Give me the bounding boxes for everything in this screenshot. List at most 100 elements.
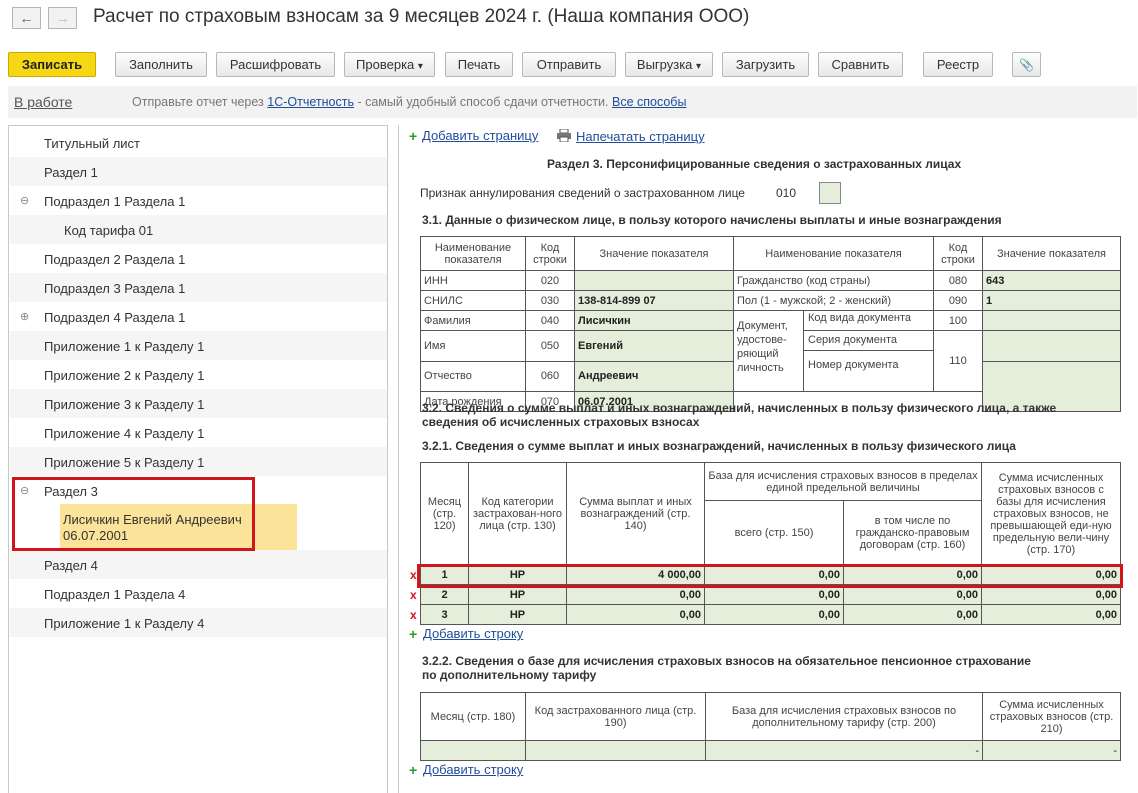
col-header: Месяц (стр. 180): [420, 692, 526, 741]
row-highlight-frame: [417, 564, 1123, 588]
base-total-cell[interactable]: 0,00: [704, 604, 844, 625]
insured-code-cell[interactable]: [525, 740, 706, 761]
payments-table: Месяц (стр. 120) Код категории застрахов…: [420, 462, 1121, 625]
tree-item-appendix-5-1[interactable]: Приложение 5 к Разделу 1: [10, 447, 387, 476]
tree-item-section-1[interactable]: Раздел 1: [10, 157, 387, 186]
plus-icon: +: [409, 762, 418, 778]
tree-item-label: Подраздел 3 Раздела 1: [44, 281, 186, 296]
tree-item-subsection-1-4[interactable]: Подраздел 1 Раздела 4: [10, 579, 387, 608]
row-label: Имя: [420, 330, 526, 362]
tree-item-appendix-2-1[interactable]: Приложение 2 к Разделу 1: [10, 360, 387, 389]
export-label: Выгрузка: [636, 57, 693, 72]
expand-icon[interactable]: ⊕: [20, 310, 29, 323]
check-button[interactable]: Проверка ▾: [344, 52, 435, 77]
row-label: Фамилия: [420, 310, 526, 331]
tree-item-label: Подраздел 4 Раздела 1: [44, 310, 186, 325]
row-code: 030: [525, 290, 575, 311]
tree-item-title-page[interactable]: Титульный лист: [10, 128, 387, 157]
forward-button[interactable]: →: [48, 7, 77, 29]
snils-field[interactable]: 138-814-899 07: [574, 290, 734, 311]
tree-item-label: Приложение 2 к Разделу 1: [44, 368, 205, 383]
tree-item-appendix-3-1[interactable]: Приложение 3 к Разделу 1: [10, 389, 387, 418]
arrow-left-icon: ←: [19, 10, 34, 26]
month-cell[interactable]: [420, 740, 526, 761]
sum-cell[interactable]: 0,00: [566, 604, 705, 625]
row-code: 080: [933, 270, 983, 291]
delete-row-icon[interactable]: x: [410, 568, 417, 582]
tree-item-label: Титульный лист: [44, 136, 141, 151]
tree-item-subsection-3-1[interactable]: Подраздел 3 Раздела 1: [10, 273, 387, 302]
tree-item-label: Приложение 4 к Разделу 1: [44, 426, 205, 441]
col-header: Код строки: [525, 236, 575, 271]
col-header: Месяц (стр. 120): [420, 462, 469, 565]
subsection-3-2-title-cont: сведения об исчисленных страховых взноса…: [422, 415, 700, 429]
doc-series-label: Серия документа: [804, 331, 933, 351]
load-button[interactable]: Загрузить: [722, 52, 809, 77]
print-button[interactable]: Печать: [445, 52, 513, 77]
row-label: СНИЛС: [420, 290, 526, 311]
person-data-table: Наименование показателя Код строки Значе…: [420, 236, 1121, 412]
annul-field[interactable]: [819, 182, 841, 204]
calc-cell[interactable]: 0,00: [981, 604, 1121, 625]
status-link[interactable]: В работе: [14, 94, 72, 110]
patronymic-field[interactable]: Андреевич: [574, 360, 734, 392]
tree-item-subsection-4-1[interactable]: ⊕ Подраздел 4 Раздела 1: [10, 302, 387, 331]
firstname-field[interactable]: Евгений: [574, 330, 734, 362]
row-label: Гражданство (код страны): [733, 270, 934, 291]
tree-item-tariff-code[interactable]: Код тарифа 01: [10, 215, 387, 244]
tree-item-appendix-4-1[interactable]: Приложение 4 к Разделу 1: [10, 418, 387, 447]
surname-field[interactable]: Лисичкин: [574, 310, 734, 331]
col-header: всего (стр. 150): [704, 500, 844, 565]
table-row[interactable]: 3 НР 0,00 0,00 0,00 0,00: [420, 604, 1121, 625]
export-button[interactable]: Выгрузка ▾: [625, 52, 713, 77]
printer-icon: [556, 128, 572, 143]
send-button[interactable]: Отправить: [522, 52, 616, 77]
tree-item-label: Раздел 1: [44, 165, 98, 180]
row-code: 090: [933, 290, 983, 311]
print-page-link[interactable]: Напечатать страницу: [576, 129, 705, 144]
inn-field[interactable]: [574, 270, 734, 291]
col-header: Сумма исчисленных страховых взносов (стр…: [982, 692, 1121, 741]
row-code: 060: [525, 360, 575, 392]
decode-button[interactable]: Расшифровать: [216, 52, 335, 77]
row-label: ИНН: [420, 270, 526, 291]
base-civil-cell[interactable]: 0,00: [843, 604, 982, 625]
sex-field[interactable]: 1: [982, 290, 1121, 311]
reporting-link[interactable]: 1С-Отчетность: [267, 95, 354, 109]
annul-label: Признак аннулирования сведений о застрах…: [420, 186, 745, 200]
save-button[interactable]: Записать: [8, 52, 96, 77]
tree-item-subsection-2-1[interactable]: Подраздел 2 Раздела 1: [10, 244, 387, 273]
col-header: в том числе по гражданско-правовым догов…: [843, 500, 982, 565]
doc-series-field[interactable]: [982, 330, 1121, 362]
tree-item-subsection-1-1[interactable]: ⊖ Подраздел 1 Раздела 1: [10, 186, 387, 215]
sum-cell[interactable]: -: [982, 740, 1121, 761]
month-cell[interactable]: 3: [420, 604, 469, 625]
add-page-link[interactable]: Добавить страницу: [422, 128, 538, 143]
add-row-link[interactable]: Добавить строку: [423, 626, 523, 641]
attach-button[interactable]: 📎: [1012, 52, 1041, 77]
category-cell[interactable]: НР: [468, 604, 567, 625]
compare-button[interactable]: Сравнить: [818, 52, 903, 77]
fill-button[interactable]: Заполнить: [115, 52, 207, 77]
base-cell[interactable]: -: [705, 740, 983, 761]
info-bar: В работе Отправьте отчет через 1С-Отчетн…: [8, 86, 1137, 118]
all-ways-link[interactable]: Все способы: [612, 95, 686, 109]
chevron-down-icon: ▾: [696, 61, 702, 72]
row-code: 020: [525, 270, 575, 291]
title-bar: ← → Расчет по страховым взносам за 9 мес…: [0, 0, 1138, 40]
subsection-3-2-2-title: 3.2.2. Сведения о базе для исчисления ст…: [422, 654, 1031, 668]
tree-item-section-4[interactable]: Раздел 4: [10, 550, 387, 579]
table-row[interactable]: - -: [420, 740, 1121, 761]
arrow-right-icon: →: [55, 10, 70, 26]
delete-row-icon[interactable]: x: [410, 608, 417, 622]
collapse-icon[interactable]: ⊖: [20, 194, 29, 207]
registry-button[interactable]: Реестр: [923, 52, 993, 77]
doc-group: Документ, удостове-ряющий личность Код в…: [733, 310, 934, 392]
back-button[interactable]: ←: [12, 7, 41, 29]
citizenship-field[interactable]: 643: [982, 270, 1121, 291]
tree-item-appendix-1-4[interactable]: Приложение 1 к Разделу 4: [10, 608, 387, 637]
add-row-link[interactable]: Добавить строку: [423, 762, 523, 777]
delete-row-icon[interactable]: x: [410, 588, 417, 602]
doc-kind-field[interactable]: [982, 310, 1121, 331]
tree-item-appendix-1-1[interactable]: Приложение 1 к Разделу 1: [10, 331, 387, 360]
